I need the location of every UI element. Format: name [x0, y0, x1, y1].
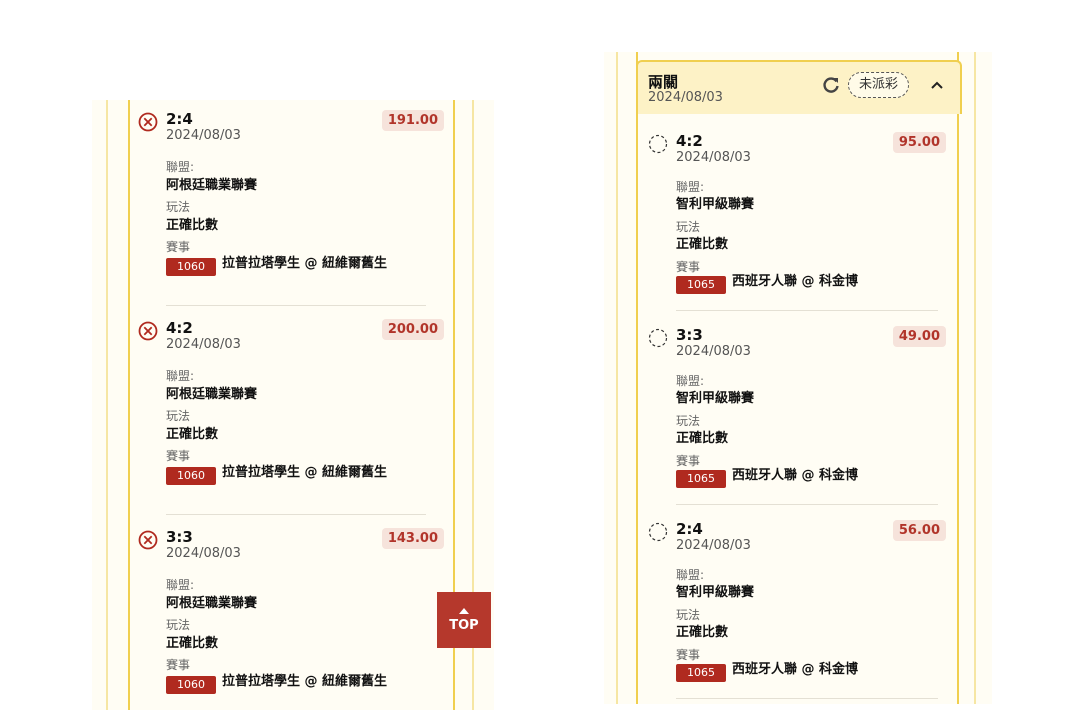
league-value: 智利甲級聯賽: [676, 391, 755, 406]
league-value: 阿根廷職業聯賽: [166, 596, 258, 611]
bet-score: 4:2: [166, 319, 193, 337]
match-name: 西班牙人聯 @ 科金博: [732, 468, 859, 483]
match-name: 拉普拉塔學生 @ 紐維爾舊生: [222, 256, 388, 271]
divider: [166, 514, 426, 515]
bet-item: 4:2 2024/08/03 200.00 聯盟: 阿根廷職業聯賽 玩法 正確比…: [138, 315, 444, 505]
pending-dashed-circle-icon: [648, 328, 668, 348]
divider: [676, 698, 938, 699]
parlay-date: 2024/08/03: [648, 90, 723, 105]
lost-x-icon: [138, 112, 158, 132]
bet-score: 2:4: [676, 520, 703, 538]
match-id-badge: 1060: [166, 467, 216, 485]
league-label: 聯盟:: [166, 578, 195, 592]
right-bet-card: 兩關 2024/08/03 未派彩 4:2 2024/08/03 95.00 聯…: [604, 52, 992, 704]
chevron-up-icon[interactable]: [926, 74, 948, 96]
play-value: 正確比數: [676, 237, 729, 252]
play-value: 正確比數: [166, 636, 219, 651]
match-name: 拉普拉塔學生 @ 紐維爾舊生: [222, 465, 388, 480]
bet-score: 2:4: [166, 110, 193, 128]
league-value: 阿根廷職業聯賽: [166, 387, 258, 402]
parlay-card-header[interactable]: 兩關 2024/08/03 未派彩: [636, 60, 962, 114]
parlay-title: 兩關: [648, 73, 679, 91]
odds-badge: 143.00: [381, 528, 444, 549]
match-id-badge: 1060: [166, 676, 216, 694]
lost-x-icon: [138, 321, 158, 341]
bet-item: 4:2 2024/08/03 95.00 聯盟: 智利甲級聯賽 玩法 正確比數 …: [648, 128, 946, 318]
left-border-line: [636, 52, 638, 704]
pending-dashed-circle-icon: [648, 522, 668, 542]
league-value: 阿根廷職業聯賽: [166, 178, 258, 193]
bet-item: 3:3 2024/08/03 49.00 聯盟: 智利甲級聯賽 玩法 正確比數 …: [648, 322, 946, 512]
right-border-line: [974, 52, 976, 704]
league-label: 聯盟:: [166, 160, 195, 174]
odds-badge: 200.00: [381, 319, 444, 340]
league-label: 聯盟:: [166, 369, 195, 383]
top-button-label: TOP: [449, 618, 479, 633]
play-label: 玩法: [166, 618, 191, 632]
lost-x-icon: [138, 530, 158, 550]
match-label: 賽事: [166, 240, 191, 254]
play-label: 玩法: [166, 409, 191, 423]
play-value: 正確比數: [676, 431, 729, 446]
right-border-line: [957, 52, 959, 704]
bet-date: 2024/08/03: [166, 337, 241, 352]
left-border-line: [616, 52, 618, 704]
odds-badge: 191.00: [381, 110, 444, 131]
bet-date: 2024/08/03: [676, 344, 751, 359]
left-bet-list: 2:4 2024/08/03 191.00 聯盟: 阿根廷職業聯賽 玩法 正確比…: [92, 100, 494, 710]
bet-score: 3:3: [166, 528, 193, 546]
match-label: 賽事: [166, 658, 191, 672]
bet-date: 2024/08/03: [166, 546, 241, 561]
odds-badge: 95.00: [892, 132, 946, 153]
bet-item: 2:4 2024/08/03 56.00 聯盟: 智利甲級聯賽 玩法 正確比數 …: [648, 516, 946, 704]
arrow-up-icon: [459, 608, 469, 614]
play-value: 正確比數: [676, 625, 729, 640]
league-value: 智利甲級聯賽: [676, 585, 755, 600]
bet-score: 3:3: [676, 326, 703, 344]
bet-item: 3:3 2024/08/03 143.00 聯盟: 阿根廷職業聯賽 玩法 正確比…: [138, 524, 444, 710]
play-label: 玩法: [166, 200, 191, 214]
bet-date: 2024/08/03: [676, 150, 751, 165]
match-id-badge: 1065: [676, 470, 726, 488]
match-id-badge: 1060: [166, 258, 216, 276]
divider: [166, 305, 426, 306]
play-value: 正確比數: [166, 218, 219, 233]
league-value: 智利甲級聯賽: [676, 197, 755, 212]
bet-date: 2024/08/03: [166, 128, 241, 143]
match-name: 西班牙人聯 @ 科金博: [732, 662, 859, 677]
left-border-line: [128, 100, 130, 710]
pending-dashed-circle-icon: [648, 134, 668, 154]
match-id-badge: 1065: [676, 276, 726, 294]
bet-item: 2:4 2024/08/03 191.00 聯盟: 阿根廷職業聯賽 玩法 正確比…: [138, 106, 444, 296]
match-name: 拉普拉塔學生 @ 紐維爾舊生: [222, 674, 388, 689]
match-name: 西班牙人聯 @ 科金博: [732, 274, 859, 289]
match-label: 賽事: [676, 648, 701, 662]
play-value: 正確比數: [166, 427, 219, 442]
match-id-badge: 1065: [676, 664, 726, 682]
bet-date: 2024/08/03: [676, 538, 751, 553]
divider: [676, 310, 938, 311]
match-label: 賽事: [166, 449, 191, 463]
back-to-top-button[interactable]: TOP: [437, 592, 491, 648]
match-label: 賽事: [676, 454, 701, 468]
refresh-icon[interactable]: [820, 74, 842, 96]
odds-badge: 56.00: [892, 520, 946, 541]
odds-badge: 49.00: [892, 326, 946, 347]
status-badge: 未派彩: [848, 72, 910, 98]
divider: [676, 504, 938, 505]
left-border-line: [106, 100, 108, 710]
match-label: 賽事: [676, 260, 701, 274]
bet-score: 4:2: [676, 132, 703, 150]
